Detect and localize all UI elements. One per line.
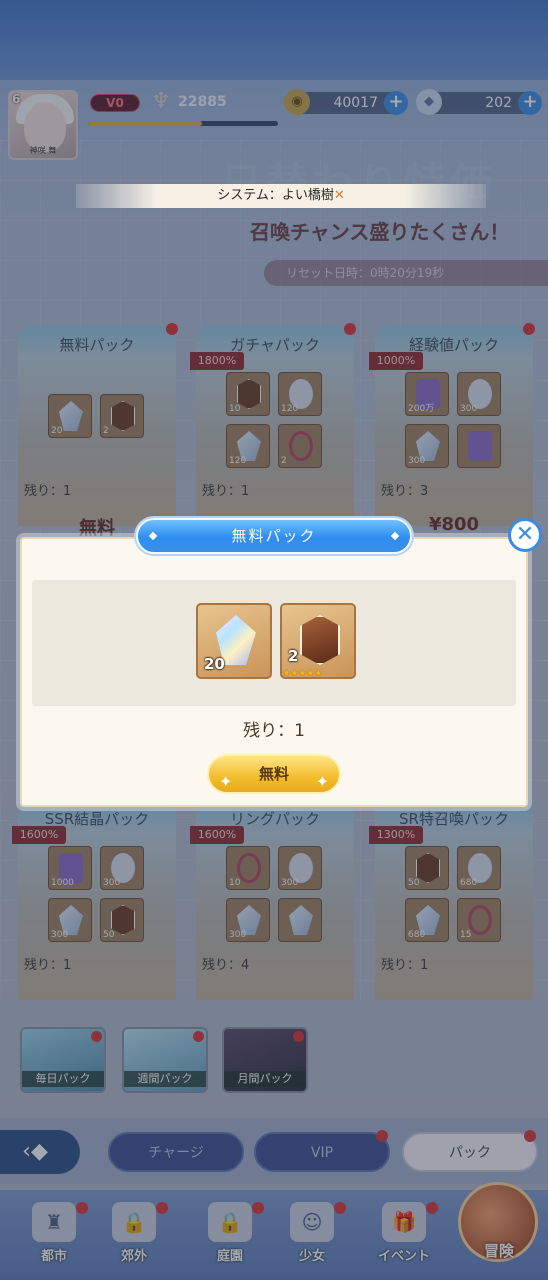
item-quantity: 2 — [288, 647, 299, 665]
crystal-item[interactable]: 20 — [196, 603, 272, 679]
system-message: システム：よい橋樹✕ — [76, 184, 486, 208]
hero-shard-item[interactable]: 2 ★★★★★ — [280, 603, 356, 679]
close-icon[interactable]: ✕ — [334, 188, 345, 203]
modal-item-area — [32, 580, 516, 706]
diamond-icon — [390, 531, 400, 541]
item-quantity: 20 — [204, 655, 225, 673]
claim-free-label: 無料 — [258, 765, 289, 783]
star-rating: ★★★★★ — [282, 668, 323, 679]
modal-remaining: 残り：1 — [243, 721, 305, 741]
hero-shard-icon — [300, 615, 340, 665]
sparkle-icon: ✦ — [315, 772, 329, 791]
modal-title-bar: 無料パック — [136, 518, 412, 554]
modal-close-button[interactable]: ✕ — [508, 518, 542, 552]
sparkle-icon: ✦ — [219, 772, 233, 791]
modal-title: 無料パック — [231, 527, 317, 545]
claim-free-button[interactable]: ✦ 無料 ✦ — [207, 754, 341, 794]
system-message-prefix: システム： — [217, 188, 282, 203]
system-message-text: よい橋樹 — [281, 188, 334, 203]
diamond-icon — [148, 531, 158, 541]
